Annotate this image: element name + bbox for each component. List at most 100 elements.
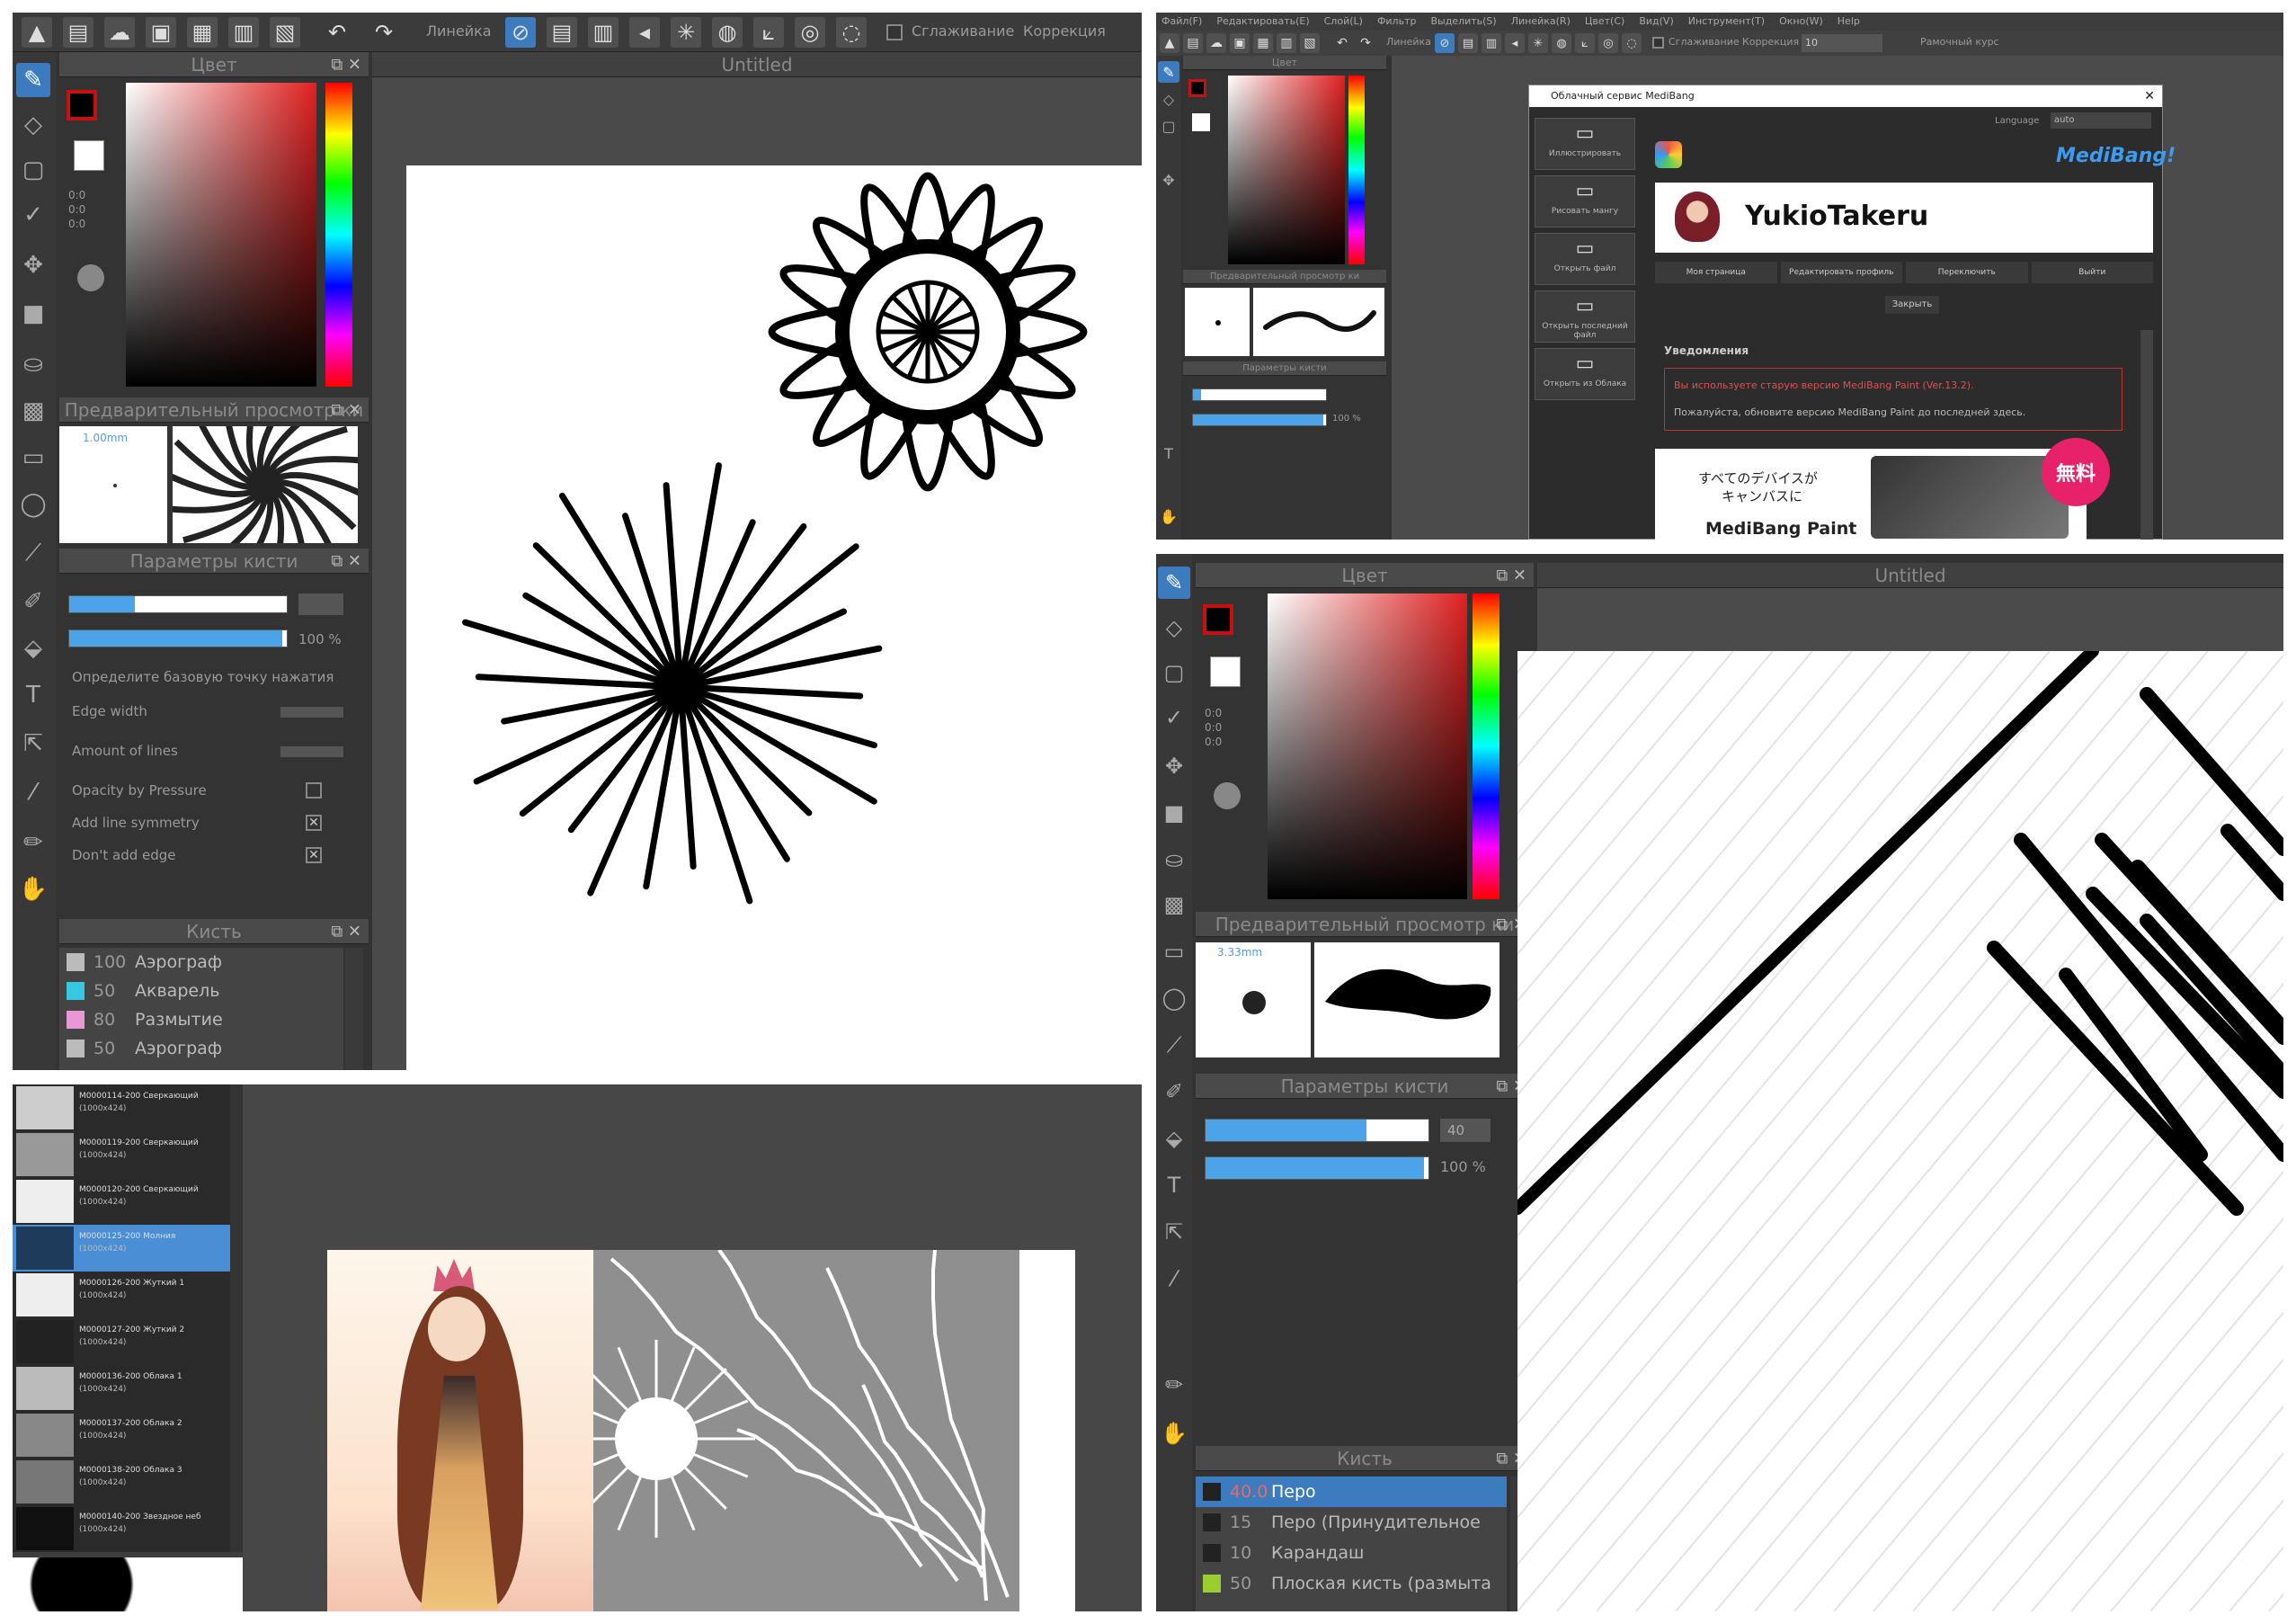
ruler-concentric-icon[interactable]: ◎ (795, 17, 825, 48)
grid-icon[interactable]: ▧ (270, 17, 300, 48)
ruler-perspective-icon[interactable]: ⟀ (1575, 33, 1595, 53)
panel-close-icon[interactable]: ⧉ ✕ (331, 55, 361, 74)
select-tool-icon[interactable]: ▭ (16, 441, 50, 475)
wand-icon[interactable]: ⟋ (16, 536, 50, 570)
redo-icon[interactable]: ↷ (369, 17, 399, 48)
save-icon[interactable]: ▣ (1230, 33, 1250, 53)
hand-tool-icon[interactable]: ✋ (16, 872, 50, 906)
brush-list-scrollbar[interactable] (345, 948, 363, 1070)
dont-add-edge-checkbox[interactable]: ✕ (306, 847, 322, 863)
gradient-icon[interactable]: ▩ (1158, 888, 1190, 921)
save-icon[interactable]: ▣ (146, 17, 176, 48)
menu-item[interactable]: Инструмент(T) (1688, 13, 1765, 31)
select-rect-icon[interactable]: ▢ (16, 153, 50, 187)
fg-color-swatch[interactable] (67, 90, 97, 120)
brush-size-slider[interactable] (68, 595, 288, 613)
material-list-item[interactable]: M0000136-200 Облака 1 (1000x424) (13, 1365, 230, 1412)
ruler-symmetry-icon[interactable]: ◌ (1622, 33, 1642, 53)
bg-color-swatch[interactable] (74, 140, 104, 171)
menu-item[interactable]: Файл(F) (1161, 13, 1202, 31)
brush-opacity-slider[interactable] (1192, 414, 1327, 426)
undo-icon[interactable]: ↶ (322, 17, 352, 48)
ruler-radial-icon[interactable]: ✳ (1528, 33, 1548, 53)
panel-close-icon[interactable]: ⧉ ✕ (331, 551, 361, 570)
select-check-icon[interactable]: ✓ (1158, 701, 1190, 734)
panel-close-icon[interactable]: ⧉ ✕ (331, 400, 361, 419)
language-select[interactable]: auto (2051, 112, 2151, 129)
cloud-icon[interactable]: ☁ (104, 17, 135, 48)
ruler-concentric-icon[interactable]: ◎ (1598, 33, 1618, 53)
operation-tool-icon[interactable]: ⇱ (1158, 1216, 1190, 1248)
drawing-canvas[interactable] (406, 165, 1142, 1070)
bucket-icon[interactable]: ⛀ (16, 347, 50, 381)
fill-rect-icon[interactable]: ■ (16, 297, 50, 331)
select-pen-icon[interactable]: ✐ (1158, 1075, 1190, 1108)
move-tool-icon[interactable]: ✥ (16, 248, 50, 282)
eraser-tool-icon[interactable]: ◇ (1158, 611, 1190, 644)
material-list-item[interactable]: M0000125-200 Молния (1000x424) (13, 1225, 230, 1272)
dialog-scrollbar[interactable] (2140, 330, 2153, 540)
canvas-tab[interactable]: Untitled (372, 52, 1142, 77)
select-pen-icon[interactable]: ✐ (16, 584, 50, 619)
material-list-item[interactable]: M0000114-200 Сверкающий (1000x424) (13, 1084, 230, 1131)
brush-list-item[interactable]: 100 Аэрограф (59, 948, 343, 977)
eraser-tool-icon[interactable]: ◇ (1158, 88, 1179, 110)
layer-icon[interactable]: ▥ (228, 17, 259, 48)
material-list-item[interactable]: M0000119-200 Сверкающий (1000x424) (13, 1131, 230, 1178)
menu-item[interactable]: Редактировать(E) (1216, 13, 1309, 31)
brush-list-item[interactable]: 80 Размытие (59, 1005, 343, 1034)
operation-tool-icon[interactable]: ⇱ (16, 727, 50, 761)
open-file-icon[interactable]: ▤ (1183, 33, 1203, 53)
panel-close-icon[interactable]: ⧉ ✕ (1496, 566, 1526, 584)
cloud-icon[interactable]: ☁ (1206, 33, 1226, 53)
layer-icon[interactable]: ▥ (1277, 33, 1296, 53)
pencil-icon[interactable]: ✏ (16, 825, 50, 860)
hue-slider[interactable] (1473, 593, 1500, 899)
bg-color-swatch[interactable] (1210, 656, 1241, 687)
fill-rect-icon[interactable]: ■ (1158, 797, 1190, 829)
select-rect-icon[interactable]: ▢ (1158, 656, 1190, 689)
menu-item[interactable]: Окно(W) (1779, 13, 1823, 31)
material-list-item[interactable]: M0000120-200 Сверкающий (1000x424) (13, 1178, 230, 1225)
menu-item[interactable]: Вид(V) (1639, 13, 1673, 31)
ruler-parallel-icon[interactable]: ◍ (1552, 33, 1571, 53)
pen-tool-icon[interactable]: ✎ (16, 63, 50, 97)
lasso-icon[interactable]: ◯ (1158, 982, 1190, 1014)
ruler-off-icon[interactable]: ⊘ (505, 17, 536, 48)
menu-item[interactable]: Линейка(R) (1511, 13, 1571, 31)
ruler-curve-icon[interactable]: ▥ (588, 17, 618, 48)
hand-tool-icon[interactable]: ✋ (1158, 1417, 1190, 1450)
menu-item[interactable]: Слой(L) (1324, 13, 1363, 31)
dialog-close-icon[interactable]: ✕ (2144, 85, 2155, 107)
text-tool-icon[interactable]: T (1158, 1169, 1190, 1201)
brush-list-item[interactable]: 50 Акварель (59, 977, 343, 1005)
ruler-line-icon[interactable]: ▤ (547, 17, 577, 48)
brush-list-item[interactable]: 50 Аэрограф (59, 1034, 343, 1063)
material-list-item[interactable]: M0000137-200 Облака 2 (1000x424) (13, 1412, 230, 1459)
hue-slider[interactable] (1348, 76, 1365, 264)
saturation-value-picker[interactable] (126, 83, 316, 387)
brush-list-item[interactable]: 10 Карандаш (1196, 1538, 1507, 1568)
select-eraser-icon[interactable]: ⬙ (16, 631, 50, 665)
amount-lines-slider[interactable] (280, 746, 343, 757)
hue-slider[interactable] (325, 83, 352, 387)
select-tool-icon[interactable]: ▭ (1158, 935, 1190, 968)
brush-size-slider[interactable] (1205, 1119, 1429, 1142)
menu-item[interactable]: Help (1838, 13, 1860, 31)
ruler-ellipse-icon[interactable]: ◂ (1505, 33, 1525, 53)
open-file-icon[interactable]: ▤ (63, 17, 93, 48)
canvas-tab[interactable]: Untitled (1537, 563, 2283, 588)
material-list-scrollbar[interactable] (230, 1084, 243, 1552)
move-tool-icon[interactable]: ✥ (1158, 169, 1179, 191)
brush-size-field[interactable]: 40 (1440, 1119, 1491, 1142)
lasso-icon[interactable]: ◯ (16, 487, 50, 522)
grid-icon[interactable]: ▧ (1300, 33, 1320, 53)
menu-item[interactable]: Фильтр (1377, 13, 1417, 31)
saturation-value-picker[interactable] (1228, 76, 1345, 264)
smoothing-checkbox[interactable] (886, 24, 903, 40)
smoothing-select[interactable]: 10 (1802, 34, 1882, 52)
new-file-icon[interactable]: ▲ (1160, 33, 1179, 53)
export-icon[interactable]: ▦ (187, 17, 218, 48)
redo-icon[interactable]: ↷ (1356, 33, 1375, 53)
color-palette-icon[interactable] (77, 264, 104, 291)
